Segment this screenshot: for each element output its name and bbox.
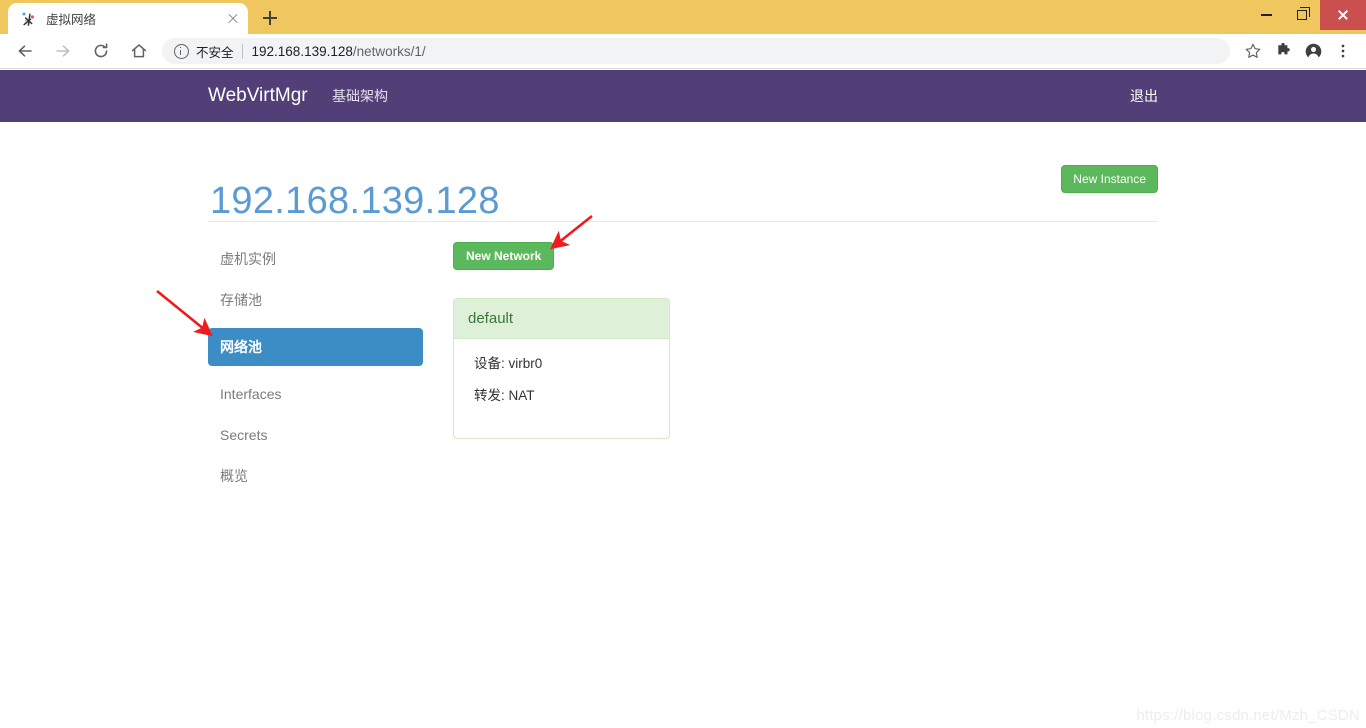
network-card[interactable]: default 设备: virbr0 转发: NAT bbox=[453, 298, 670, 439]
new-tab-button[interactable] bbox=[256, 4, 284, 32]
network-card-body: 设备: virbr0 转发: NAT bbox=[454, 339, 669, 438]
app-navbar: WebVirtMgr 基础架构 退出 bbox=[0, 70, 1366, 122]
security-status-label: 不安全 bbox=[196, 45, 234, 60]
window-close-button[interactable] bbox=[1320, 0, 1366, 30]
main-content: New Network default 设备: virbr0 转发: NAT bbox=[453, 242, 953, 439]
browser-titlebar: 虚拟网络 bbox=[0, 0, 1366, 34]
profile-avatar-icon[interactable] bbox=[1298, 36, 1328, 66]
network-forward-label: 转发: bbox=[474, 388, 505, 403]
window-restore-button[interactable] bbox=[1284, 0, 1320, 30]
sidebar-item-network-pools[interactable]: 网络池 bbox=[208, 328, 423, 366]
url-host: 192.168.139.128 bbox=[251, 43, 353, 59]
new-instance-button[interactable]: New Instance bbox=[1061, 165, 1158, 193]
tab-title: 虚拟网络 bbox=[46, 13, 97, 27]
address-bar[interactable]: 不安全 192.168.139.128/networks/1/ bbox=[162, 38, 1230, 64]
app-favicon bbox=[20, 11, 36, 27]
window-controls bbox=[1248, 0, 1366, 30]
header-divider bbox=[208, 221, 1158, 222]
page-title: 192.168.139.128 bbox=[210, 180, 500, 223]
sidebar-nav: 虚机实例 存储池 网络池 Interfaces Secrets 概览 bbox=[208, 246, 423, 504]
sidebar-item-secrets[interactable]: Secrets bbox=[208, 422, 423, 448]
three-dot-menu-icon[interactable] bbox=[1328, 36, 1358, 66]
restore-icon bbox=[1297, 7, 1310, 20]
back-arrow-icon[interactable] bbox=[8, 34, 42, 68]
tab-close-icon[interactable] bbox=[224, 10, 242, 28]
sidebar-item-instances[interactable]: 虚机实例 bbox=[208, 246, 423, 272]
network-device-value: virbr0 bbox=[508, 356, 543, 371]
browser-tab[interactable]: 虚拟网络 bbox=[8, 3, 248, 34]
sidebar-item-storage-pools[interactable]: 存储池 bbox=[208, 287, 423, 313]
nav-item-infrastructure[interactable]: 基础架构 bbox=[332, 70, 388, 122]
page-container: 192.168.139.128 New Instance 虚机实例 存储池 网络… bbox=[0, 122, 1366, 728]
network-forward-value: NAT bbox=[508, 388, 535, 403]
watermark: https://blog.csdn.net/Mzh_CSDN bbox=[1136, 707, 1360, 724]
network-forward-row: 转发: NAT bbox=[474, 384, 655, 404]
info-circle-icon[interactable] bbox=[174, 43, 189, 59]
sidebar-item-interfaces[interactable]: Interfaces bbox=[208, 381, 423, 407]
home-icon[interactable] bbox=[122, 34, 156, 68]
url-path: /networks/1/ bbox=[352, 43, 426, 59]
brand-logo[interactable]: WebVirtMgr bbox=[208, 70, 308, 122]
url-text: 192.168.139.128/networks/1/ bbox=[252, 44, 426, 59]
reload-icon[interactable] bbox=[84, 34, 118, 68]
network-device-row: 设备: virbr0 bbox=[474, 352, 655, 372]
sidebar-item-overview[interactable]: 概览 bbox=[208, 463, 423, 489]
minimize-icon bbox=[1260, 14, 1272, 16]
browser-toolbar: 不安全 192.168.139.128/networks/1/ bbox=[0, 34, 1366, 69]
star-icon[interactable] bbox=[1238, 36, 1268, 66]
window-minimize-button[interactable] bbox=[1248, 0, 1284, 30]
network-device-label: 设备: bbox=[474, 356, 505, 371]
logout-link[interactable]: 退出 bbox=[1130, 70, 1158, 122]
close-icon bbox=[1337, 9, 1349, 21]
new-network-button[interactable]: New Network bbox=[453, 242, 555, 270]
navbar-inner: WebVirtMgr 基础架构 退出 bbox=[208, 70, 1158, 122]
omnibox-divider bbox=[241, 43, 243, 59]
network-card-title: default bbox=[454, 299, 669, 339]
forward-arrow-icon[interactable] bbox=[46, 34, 80, 68]
tab-strip: 虚拟网络 bbox=[0, 0, 284, 34]
puzzle-icon[interactable] bbox=[1268, 36, 1298, 66]
page-header: 192.168.139.128 New Instance bbox=[208, 152, 1158, 222]
